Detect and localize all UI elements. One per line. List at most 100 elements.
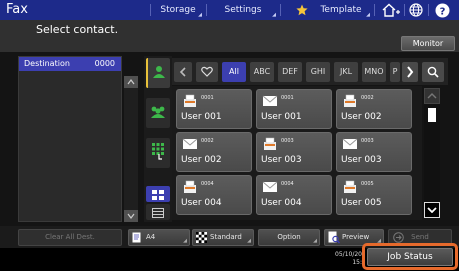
destination-header: Destination 0000 — [19, 57, 121, 71]
filter-bar: All ABC DEF GHI JKL MNO P — [172, 58, 448, 85]
option-label: Option — [277, 233, 301, 241]
corner-arrow-icon: ◢ — [366, 12, 370, 18]
fax-screen: Fax Storage ◢ Settings ◢ Template ◢ ? Se… — [0, 0, 459, 271]
list-view-button[interactable] — [146, 204, 170, 220]
contact-card[interactable]: 0001 User 001 — [176, 89, 252, 129]
grid-view-icon — [152, 185, 164, 204]
header: Select contact. — [0, 20, 459, 52]
email-icon — [182, 136, 198, 150]
contact-card[interactable]: 0005 User 005 — [336, 175, 412, 215]
contact-card[interactable]: 0004 User 004 — [176, 175, 252, 215]
filter-tab-jkl[interactable]: JKL — [334, 62, 358, 82]
corner-arrow-icon: ◢ — [198, 12, 202, 18]
filter-tab-ghi[interactable]: GHI — [306, 62, 330, 82]
contact-card[interactable]: 0002 User 002 — [336, 89, 412, 129]
contact-card[interactable]: 0004 User 004 — [256, 175, 332, 215]
tab-settings[interactable]: Settings ◢ — [208, 0, 278, 20]
tab-template[interactable]: Template ◢ — [310, 0, 372, 20]
tab-storage[interactable]: Storage ◢ — [152, 0, 204, 20]
scroll-thumb[interactable] — [428, 108, 436, 122]
paper-size-icon — [132, 232, 141, 249]
fax-icon — [262, 136, 278, 150]
home-icon[interactable] — [380, 2, 402, 18]
paper-size-button[interactable]: A4 ◢ — [128, 229, 190, 246]
filter-tab-p[interactable]: P — [390, 62, 400, 82]
contact-name: User 001 — [181, 112, 222, 122]
email-icon — [342, 136, 358, 150]
contact-name: User 005 — [341, 198, 382, 208]
single-contact-icon — [152, 64, 166, 83]
resolution-button[interactable]: Standard ◢ — [192, 229, 254, 246]
filter-tab-def[interactable]: DEF — [278, 62, 302, 82]
clear-all-destinations-button[interactable]: Clear All Dest. — [18, 229, 122, 246]
destination-label: Destination — [24, 59, 70, 68]
contact-number: 0002 — [201, 138, 214, 144]
single-contact-button[interactable] — [146, 58, 170, 88]
corner-arrow-icon: ◢ — [183, 238, 187, 244]
contact-name: User 001 — [261, 112, 302, 122]
contact-name: User 002 — [341, 112, 382, 122]
top-bar: Fax Storage ◢ Settings ◢ Template ◢ ? — [0, 0, 459, 20]
fax-icon — [342, 93, 358, 107]
job-status-button[interactable]: Job Status — [367, 248, 453, 266]
app-title: Fax — [6, 2, 28, 17]
keypad-button[interactable] — [146, 138, 170, 168]
contact-number: 0005 — [361, 181, 374, 187]
destination-list[interactable]: Destination 0000 — [18, 56, 122, 222]
contact-number: 0001 — [281, 95, 294, 101]
contact-number: 0003 — [361, 138, 374, 144]
filter-next-button[interactable] — [402, 62, 418, 82]
contact-card[interactable]: 0003 User 003 — [256, 132, 332, 172]
search-button[interactable] — [422, 62, 444, 82]
contact-name: User 003 — [261, 155, 302, 165]
contact-name: User 002 — [181, 155, 222, 165]
filter-tab-all[interactable]: All — [222, 62, 246, 82]
divider — [428, 4, 429, 16]
contact-name: User 004 — [261, 198, 302, 208]
divider — [150, 4, 151, 16]
contact-card[interactable]: 0003 User 003 — [336, 132, 412, 172]
contact-name: User 004 — [181, 198, 222, 208]
filter-tab-mno[interactable]: MNO — [362, 62, 386, 82]
contact-number: 0004 — [281, 181, 294, 187]
contact-type-column — [144, 56, 172, 222]
email-icon — [262, 179, 278, 193]
date-text: 05/10/20 — [335, 251, 362, 258]
time-text: 15: — [352, 259, 362, 266]
contact-scroll-down-button[interactable] — [424, 202, 440, 218]
search-icon — [427, 66, 439, 80]
contact-card[interactable]: 0002 User 002 — [176, 132, 252, 172]
destination-scroll-down-button[interactable] — [124, 210, 138, 222]
destination-count: 0000 — [94, 59, 115, 68]
group-contact-icon — [149, 104, 167, 123]
contact-card[interactable]: 0001 User 001 — [256, 89, 332, 129]
contact-number: 0002 — [361, 95, 374, 101]
monitor-button[interactable]: Monitor — [401, 36, 455, 51]
option-button[interactable]: Option ◢ — [258, 229, 320, 246]
divider — [374, 4, 375, 16]
filter-prev-button[interactable] — [174, 62, 192, 82]
destination-scroll-up-button[interactable] — [124, 76, 138, 88]
help-icon[interactable]: ? — [434, 2, 450, 18]
contact-number: 0004 — [201, 181, 214, 187]
destination-scrollbar — [124, 76, 138, 222]
svg-text:?: ? — [439, 6, 445, 17]
clear-all-label: Clear All Dest. — [45, 233, 95, 241]
favorites-filter-button[interactable] — [196, 62, 218, 82]
group-contact-button[interactable] — [146, 98, 170, 128]
divider — [404, 4, 405, 16]
corner-arrow-icon: ◢ — [272, 12, 276, 18]
tab-template-label: Template — [320, 5, 362, 15]
keypad-icon — [151, 142, 165, 164]
globe-icon[interactable] — [408, 2, 424, 18]
contact-scroll-up-button[interactable] — [424, 88, 440, 104]
contact-scrollbar — [424, 88, 440, 218]
grid-view-button[interactable] — [146, 186, 170, 202]
contact-number: 0003 — [281, 138, 294, 144]
date-time: 05/10/20 15: — [312, 251, 362, 267]
divider — [280, 4, 281, 16]
star-icon[interactable] — [294, 2, 310, 18]
filter-tab-abc[interactable]: ABC — [250, 62, 274, 82]
list-view-icon — [152, 203, 164, 222]
corner-arrow-icon: ◢ — [247, 238, 251, 244]
